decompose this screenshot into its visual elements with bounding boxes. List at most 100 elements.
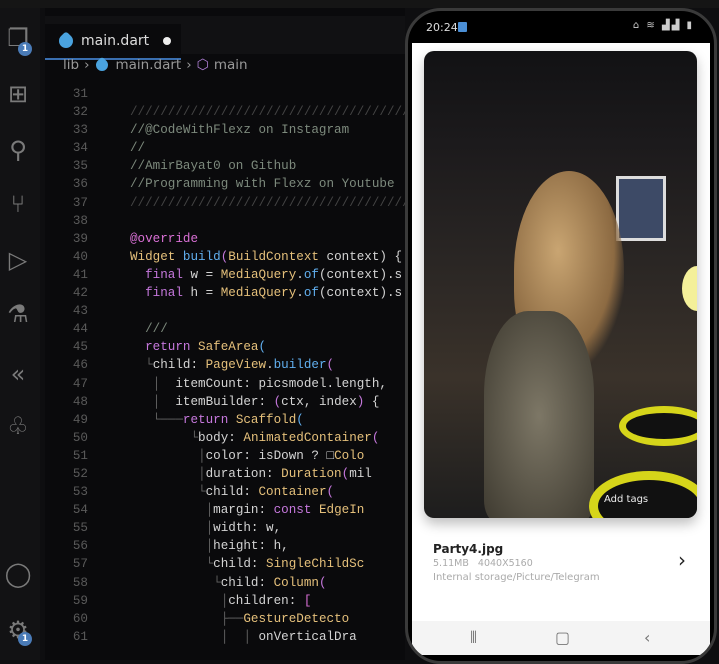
code-line[interactable]: 43 [45,302,405,320]
flutter-icon[interactable]: « [4,360,32,388]
code-token: [ [303,593,312,608]
code-line[interactable]: 61 │ │ onVerticalDra [45,628,405,646]
code-token: Duration [281,466,342,481]
code-token: child: [220,575,274,590]
code-editor[interactable]: main.dart lib › main.dart › ⬡ main 31 32///… [45,8,405,660]
code-token: width: w, [213,521,282,536]
phone-screen: Add tags Party4.jpg 5.11MB 4040X5160 Int… [412,43,710,655]
code-line[interactable]: 39 @override [45,230,405,248]
line-number: 38 [72,213,88,228]
line-number: 36 [72,177,88,192]
code-token: of [303,267,319,282]
code-line[interactable]: 60 ├──GestureDetecto [45,610,405,628]
code-line[interactable]: 44 /// [45,320,405,338]
code-line[interactable]: 31 [45,85,405,103]
file-dimensions: 4040X5160 [477,558,533,569]
extensions-icon[interactable]: ⊞ [4,80,32,108]
code-token: child: [205,485,259,500]
account-icon[interactable]: ◯ [4,560,32,588]
code-token: │ [130,539,214,554]
code-token: GestureDetecto [243,611,350,626]
line-source: │ itemBuilder: (ctx, index) { [88,393,380,411]
code-lines[interactable]: 31 32////////////////////////////////////… [45,85,405,646]
code-token: ////////////////////////////////////// [130,105,405,120]
line-source: │duration: Duration(mil [88,465,372,483]
code-line[interactable]: 41 final w = MediaQuery.of(context).s [45,266,405,284]
unsaved-dot-icon[interactable] [163,37,172,45]
code-line[interactable]: 49 └───return Scaffold( [45,411,405,429]
details-chevron-right-icon[interactable]: › [678,548,686,572]
code-token: SingleChildSc [266,557,365,572]
code-line[interactable]: 50 └body: AnimatedContainer( [45,429,405,447]
recents-icon[interactable]: ⦀ [470,628,477,648]
code-line[interactable]: 57 └child: SingleChildSc [45,555,405,573]
code-token: BuildContext [228,249,327,264]
code-token: (context).s [318,267,403,282]
code-line[interactable]: 54 │margin: const EdgeIn [45,501,405,519]
run-debug-icon[interactable]: ▷ [4,246,32,274]
code-line[interactable]: 34 // [45,139,405,157]
tab-main-dart[interactable]: main.dart [45,24,181,60]
code-line[interactable]: 53 └child: Container( [45,483,405,501]
explorer-badge: 1 [18,42,32,56]
line-source: │margin: const EdgeIn [88,501,365,519]
code-token: child: [152,358,206,373]
code-line[interactable]: 55 │width: w, [45,519,405,537]
tree-icon[interactable]: ♧ [4,412,32,440]
code-line[interactable]: 56 │height: h, [45,537,405,555]
search-icon[interactable]: ⚲ [4,136,32,164]
code-token: Widget [130,249,183,264]
line-number: 54 [72,503,88,518]
code-token: builder [273,358,327,373]
status-bar: 20:24 ⌂ ≋ ▟▟ ▮ [408,11,714,43]
add-tags-button[interactable]: Add tags [604,494,648,505]
breadcrumb-lib[interactable]: lib [63,57,79,73]
code-line[interactable]: 40 Widget build(BuildContext context) { [45,248,405,266]
code-token: duration: [205,466,282,481]
code-line[interactable]: 59 │children: [ [45,592,405,610]
code-line[interactable]: 52 │duration: Duration(mil [45,465,405,483]
line-source: //AmirBayat0 on Github [88,157,296,175]
code-line[interactable]: 48 │ itemBuilder: (ctx, index) { [45,393,405,411]
line-number: 51 [72,448,88,463]
code-line[interactable]: 58 └child: Column( [45,574,405,592]
code-line[interactable]: 38 [45,212,405,230]
line-number: 45 [72,340,88,355]
code-line[interactable]: 37 ////////////////////////////////////// [45,194,405,212]
code-line[interactable]: 35 //AmirBayat0 on Github [45,157,405,175]
photo-preview[interactable]: Add tags [424,51,697,518]
source-control-icon[interactable]: ⑂ [4,190,32,218]
testing-icon[interactable]: ⚗ [4,300,32,328]
photo-lamp-decor [682,266,697,311]
code-token: final [145,267,191,282]
home-icon[interactable]: ▢ [555,628,570,647]
code-line[interactable]: 46 └child: PageView.builder( [45,356,405,374]
code-token: children: [228,593,304,608]
line-number: 41 [72,267,88,282]
code-token: final [145,286,191,301]
code-token: └ [130,485,206,500]
file-meta: 5.11MB 4040X5160 [433,558,533,569]
back-icon[interactable]: ‹ [644,628,650,647]
code-line[interactable]: 32 ////////////////////////////////////// [45,103,405,121]
code-line[interactable]: 45 return SafeArea( [45,338,405,356]
code-token: Container [258,485,327,500]
settings-badge: 1 [18,632,32,646]
code-line[interactable]: 33 //@CodeWithFlexz on Instagram [45,121,405,139]
line-source: │ itemCount: picsmodel.length, [88,375,387,393]
code-line[interactable]: 47 │ itemCount: picsmodel.length, [45,375,405,393]
breadcrumb-symbol[interactable]: main [214,57,248,73]
line-source [88,302,130,320]
status-time: 20:24 [426,21,458,34]
code-line[interactable]: 36 //Programming with Flexz on Youtube [45,175,405,193]
code-line[interactable]: 42 final h = MediaQuery.of(context).s [45,284,405,302]
code-token: . [296,286,304,301]
breadcrumb-file[interactable]: main.dart [115,57,181,73]
code-line[interactable]: 51 │color: isDown ? □Colo [45,447,405,465]
line-source: │width: w, [88,519,282,537]
code-token: │ [130,466,206,481]
code-token: (context).s [318,286,403,301]
line-source: └child: PageView.builder( [88,356,334,374]
code-token: return [182,412,236,427]
